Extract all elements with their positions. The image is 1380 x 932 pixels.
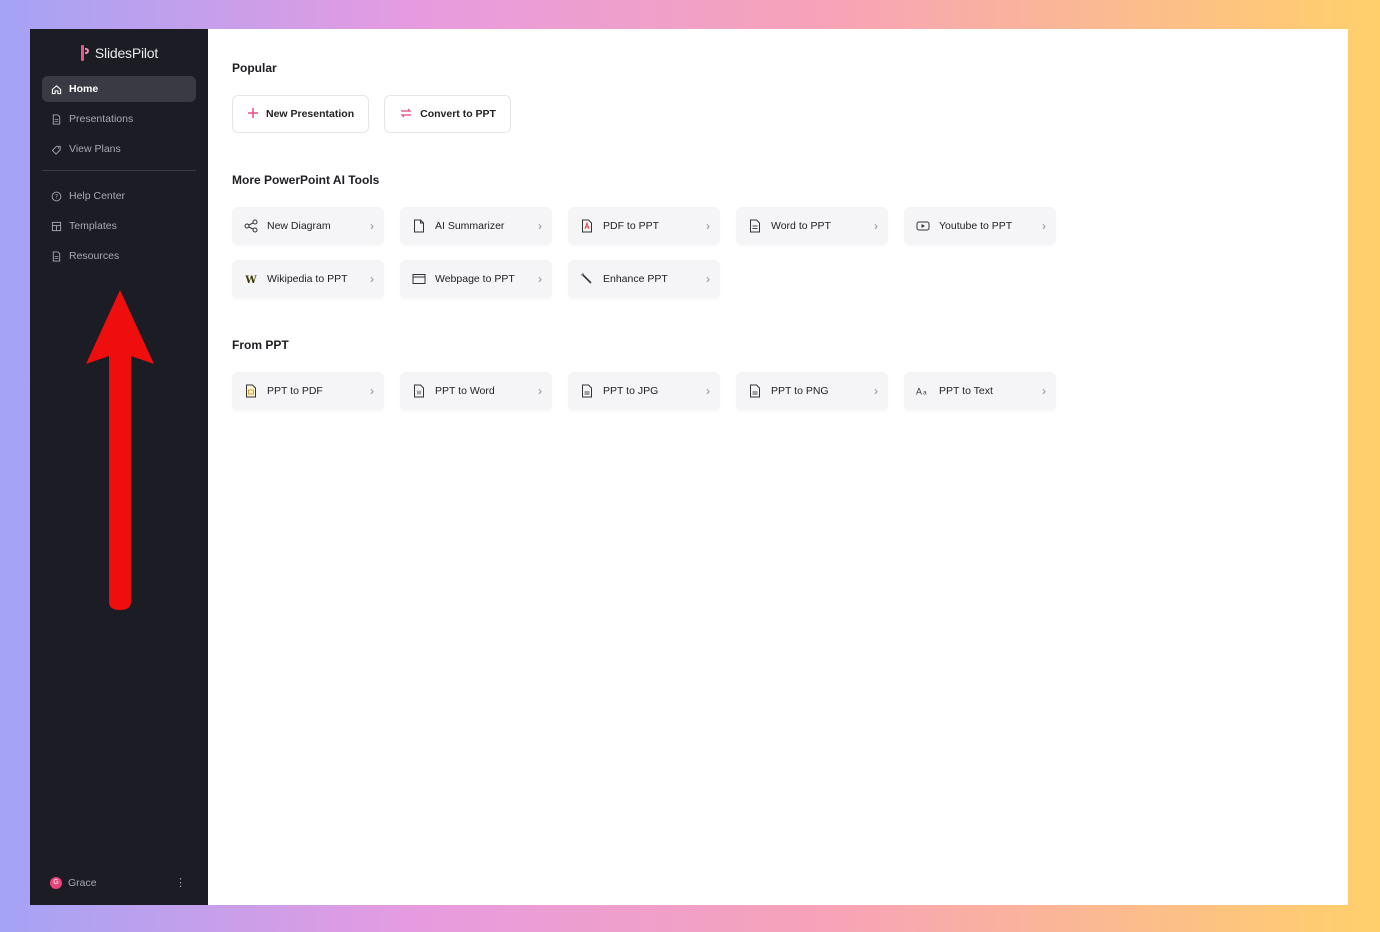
annotation-arrow (86, 290, 154, 610)
new-presentation-button[interactable]: New Presentation (232, 95, 370, 133)
chevron-right-icon: › (1042, 219, 1046, 233)
convert-to-ppt-button[interactable]: Convert to PPT (384, 95, 511, 133)
tool-webpage-to-ppt[interactable]: Webpage to PPT › (400, 260, 552, 298)
tool-youtube-to-ppt[interactable]: Youtube to PPT › (904, 207, 1056, 245)
chevron-right-icon: › (706, 384, 710, 398)
chevron-right-icon: › (370, 384, 374, 398)
chevron-right-icon: › (874, 384, 878, 398)
popular-actions: New Presentation Convert to PPT (232, 95, 1348, 133)
tool-enhance-ppt[interactable]: Enhance PPT › (568, 260, 720, 298)
tool-label: New Diagram (267, 220, 331, 232)
ai-tools-grid: New Diagram › AI Summarizer › PDF to PPT… (232, 207, 1348, 298)
sidebar-item-label: Help Center (69, 190, 126, 202)
file-icon (51, 250, 62, 262)
tool-ppt-to-word[interactable]: W PPT to Word › (400, 372, 552, 410)
text-icon: Aa (916, 384, 930, 398)
diagram-icon (244, 219, 258, 233)
tool-label: PPT to PNG (771, 385, 829, 397)
tool-label: PPT to JPG (603, 385, 659, 397)
tool-label: AI Summarizer (435, 220, 505, 232)
sidebar-item-label: Templates (69, 220, 117, 232)
file-icon (51, 113, 62, 125)
image-file-icon (748, 384, 762, 398)
from-ppt-grid: PPT to PDF › W PPT to Word › PPT to JPG … (232, 372, 1348, 410)
tool-label: PPT to PDF (267, 385, 323, 397)
grid-icon (51, 221, 62, 232)
sidebar-item-templates[interactable]: Templates (42, 213, 196, 239)
sidebar-item-presentations[interactable]: Presentations (42, 106, 196, 132)
sidebar-item-label: Resources (69, 250, 120, 262)
svg-text:W: W (244, 275, 257, 285)
avatar[interactable]: G (50, 876, 62, 889)
sidebar-item-home[interactable]: Home (42, 76, 196, 102)
sidebar-divider (42, 170, 196, 171)
chevron-right-icon: › (874, 219, 878, 233)
tool-label: PPT to Text (939, 385, 993, 397)
svg-text:?: ? (55, 192, 58, 200)
home-icon (51, 84, 62, 95)
image-file-icon (580, 384, 594, 398)
chevron-right-icon: › (538, 272, 542, 286)
tool-label: PPT to Word (435, 385, 495, 397)
sidebar-item-help-center[interactable]: ? Help Center (42, 183, 196, 209)
sidebar-item-label: View Plans (69, 143, 121, 155)
sidebar-item-label: Presentations (69, 113, 134, 125)
sidebar-item-resources[interactable]: Resources (42, 243, 196, 269)
plus-icon (247, 107, 259, 122)
app-name: SlidesPilot (94, 45, 159, 61)
word-icon (748, 219, 762, 233)
wikipedia-icon: W (244, 272, 258, 286)
app-window: SlidesPilot Home Presentations View Plan… (30, 29, 1348, 905)
button-label: New Presentation (266, 108, 355, 120)
user-menu[interactable]: G Grace ⋮ (50, 876, 186, 889)
document-icon (412, 219, 426, 233)
help-icon: ? (51, 191, 62, 202)
tool-ppt-to-text[interactable]: Aa PPT to Text › (904, 372, 1056, 410)
svg-text:A: A (916, 388, 922, 398)
chevron-right-icon: › (706, 272, 710, 286)
svg-text:W: W (417, 391, 422, 397)
chevron-right-icon: › (370, 272, 374, 286)
webpage-icon (412, 272, 426, 286)
chevron-right-icon: › (1042, 384, 1046, 398)
pdf-icon (580, 219, 594, 233)
tool-ppt-to-png[interactable]: PPT to PNG › (736, 372, 888, 410)
button-label: Convert to PPT (420, 108, 496, 120)
tool-label: Enhance PPT (603, 273, 668, 285)
tool-wikipedia-to-ppt[interactable]: W Wikipedia to PPT › (232, 260, 384, 298)
tool-new-diagram[interactable]: New Diagram › (232, 207, 384, 245)
magic-wand-icon (580, 272, 594, 286)
tag-icon (51, 144, 62, 155)
word-file-icon: W (412, 384, 426, 398)
pdf-file-icon (244, 384, 258, 398)
section-title-popular: Popular (232, 61, 277, 75)
youtube-icon (916, 219, 930, 233)
svg-text:a: a (923, 390, 927, 397)
section-title-ai-tools: More PowerPoint AI Tools (232, 173, 380, 187)
tool-ai-summarizer[interactable]: AI Summarizer › (400, 207, 552, 245)
logo-icon (80, 45, 90, 61)
main-content: Popular New Presentation Convert to PPT … (208, 29, 1348, 905)
chevron-right-icon: › (538, 219, 542, 233)
chevron-right-icon: › (370, 219, 374, 233)
user-name: Grace (68, 876, 97, 889)
tool-ppt-to-jpg[interactable]: PPT to JPG › (568, 372, 720, 410)
chevron-right-icon: › (538, 384, 542, 398)
section-title-from-ppt: From PPT (232, 338, 289, 352)
convert-icon (399, 107, 413, 122)
tool-word-to-ppt[interactable]: Word to PPT › (736, 207, 888, 245)
more-options-icon[interactable]: ⋮ (175, 876, 186, 889)
primary-nav: Home Presentations View Plans ? Help Cen… (30, 76, 208, 269)
tool-ppt-to-pdf[interactable]: PPT to PDF › (232, 372, 384, 410)
sidebar-item-label: Home (69, 83, 99, 95)
tool-label: Webpage to PPT (435, 273, 515, 285)
sidebar-item-view-plans[interactable]: View Plans (42, 136, 196, 162)
logo[interactable]: SlidesPilot (30, 43, 208, 63)
tool-pdf-to-ppt[interactable]: PDF to PPT › (568, 207, 720, 245)
chevron-right-icon: › (706, 219, 710, 233)
tool-label: Wikipedia to PPT (267, 273, 348, 285)
tool-label: PDF to PPT (603, 220, 660, 232)
tool-label: Youtube to PPT (939, 220, 1013, 232)
tool-label: Word to PPT (771, 220, 831, 232)
